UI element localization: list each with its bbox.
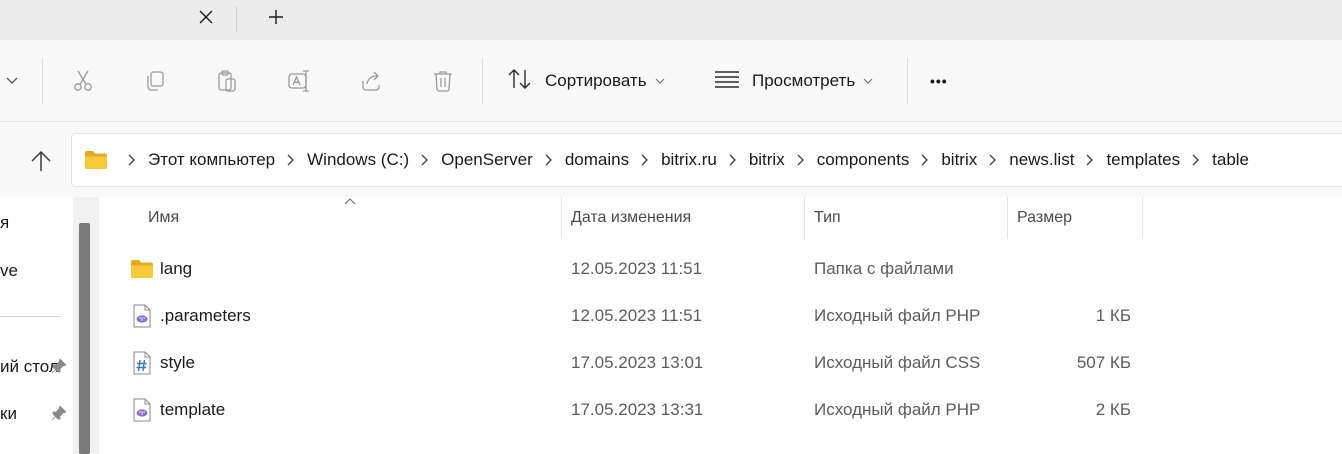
file-size: 507 КБ <box>1076 353 1131 372</box>
cut-icon[interactable] <box>68 66 98 96</box>
breadcrumb-item[interactable]: domains <box>565 150 629 170</box>
toolbar-divider <box>42 58 43 104</box>
nav-item[interactable]: ve <box>0 261 18 281</box>
chevron-down-icon <box>863 78 873 84</box>
breadcrumb-chevron-icon[interactable] <box>1080 154 1100 166</box>
delete-icon[interactable] <box>428 66 458 96</box>
breadcrumb-item[interactable]: bitrix.ru <box>661 150 717 170</box>
file-row[interactable]: style 17.05.2023 13:01 Исходный файл CSS… <box>100 341 1342 385</box>
file-date: 17.05.2023 13:31 <box>571 400 704 419</box>
more-options-button[interactable]: ••• <box>930 64 948 98</box>
file-date: 12.05.2023 11:51 <box>571 259 703 278</box>
file-type: Папка с файлами <box>814 259 954 278</box>
file-type: Исходный файл PHP <box>814 400 981 419</box>
toolbar-divider <box>907 58 908 104</box>
command-bar: Сортировать Просмотреть ••• <box>0 40 1342 122</box>
breadcrumb-item[interactable]: Этот компьютер <box>148 150 275 170</box>
file-type: Исходный файл PHP <box>814 306 981 325</box>
breadcrumb-chevron-icon[interactable] <box>281 154 301 166</box>
php-file-icon <box>130 398 154 422</box>
file-name: lang <box>160 259 193 278</box>
breadcrumb-item[interactable]: news.list <box>1009 150 1074 170</box>
close-icon[interactable] <box>192 4 220 30</box>
sort-button[interactable]: Сортировать <box>507 64 665 98</box>
breadcrumb-item[interactable]: components <box>817 150 910 170</box>
view-label: Просмотреть <box>752 71 856 90</box>
breadcrumb-chevron-icon[interactable] <box>983 154 1003 166</box>
more-options-icon: ••• <box>930 73 948 89</box>
rename-icon[interactable] <box>284 66 314 96</box>
breadcrumb-chevron-icon[interactable] <box>723 154 743 166</box>
breadcrumb-chevron-icon[interactable] <box>915 154 935 166</box>
column-separator[interactable] <box>1007 197 1008 239</box>
pin-icon <box>50 404 68 422</box>
breadcrumb-item[interactable]: OpenServer <box>441 150 533 170</box>
plus-icon[interactable] <box>262 4 290 30</box>
breadcrumb-chevron-icon[interactable] <box>1186 154 1206 166</box>
column-header-type[interactable]: Тип <box>814 197 841 239</box>
column-header-name[interactable]: Имя <box>148 197 179 239</box>
pin-icon <box>50 357 68 375</box>
file-row[interactable]: template 17.05.2023 13:31 Исходный файл … <box>100 388 1342 432</box>
file-list: Имя Дата изменения Тип Размер lang 12.05… <box>100 197 1342 454</box>
column-header-date[interactable]: Дата изменения <box>571 197 691 239</box>
new-dropdown-chevron-icon[interactable] <box>0 66 24 96</box>
up-arrow-icon[interactable] <box>26 147 56 175</box>
file-name: style <box>160 353 195 372</box>
address-row: Этот компьютер Windows (C:) OpenServer doma… <box>0 123 1342 197</box>
active-tab[interactable] <box>0 0 236 40</box>
nav-item[interactable]: я <box>0 213 9 233</box>
file-date: 17.05.2023 13:01 <box>571 353 704 372</box>
share-icon[interactable] <box>356 66 386 96</box>
copy-icon[interactable] <box>140 66 170 96</box>
toolbar-divider <box>482 58 483 104</box>
breadcrumb-item[interactable]: templates <box>1106 150 1180 170</box>
address-bar[interactable]: Этот компьютер Windows (C:) OpenServer doma… <box>71 133 1342 187</box>
paste-icon[interactable] <box>212 66 242 96</box>
css-file-icon <box>130 351 154 375</box>
navigation-pane: я ve ий стол ки <box>0 197 100 454</box>
column-separator[interactable] <box>561 197 562 239</box>
breadcrumb-item[interactable]: bitrix <box>941 150 977 170</box>
breadcrumb-chevron-icon[interactable] <box>539 154 559 166</box>
breadcrumb-item[interactable]: Windows (C:) <box>307 150 409 170</box>
tab-strip <box>0 0 1342 40</box>
php-file-icon <box>130 304 154 328</box>
file-row[interactable]: .parameters 12.05.2023 11:51 Исходный фа… <box>100 294 1342 338</box>
file-row[interactable]: lang 12.05.2023 11:51 Папка с файлами <box>100 247 1342 291</box>
column-separator[interactable] <box>1142 197 1143 239</box>
breadcrumb-chevron-icon[interactable] <box>122 154 142 166</box>
folder-icon <box>84 150 108 170</box>
sort-label: Сортировать <box>545 71 647 90</box>
breadcrumb-chevron-icon[interactable] <box>415 154 435 166</box>
column-header-size[interactable]: Размер <box>1017 197 1072 239</box>
tab-separator <box>236 6 237 32</box>
breadcrumb-item[interactable]: bitrix <box>749 150 785 170</box>
file-name: .parameters <box>160 306 251 325</box>
file-size: 2 КБ <box>1095 400 1131 419</box>
sort-ascending-icon <box>344 198 356 205</box>
nav-scrollbar-thumb[interactable] <box>79 223 90 454</box>
view-list-icon <box>714 70 740 93</box>
view-button[interactable]: Просмотреть <box>714 64 873 98</box>
breadcrumb-chevron-icon[interactable] <box>791 154 811 166</box>
nav-item-downloads[interactable]: ки <box>0 404 17 424</box>
folder-icon <box>130 257 154 281</box>
sort-icon <box>507 68 533 95</box>
file-type: Исходный файл CSS <box>814 353 981 372</box>
chevron-down-icon <box>655 78 665 84</box>
breadcrumb-item[interactable]: table <box>1212 150 1249 170</box>
file-name: template <box>160 400 226 419</box>
breadcrumb-chevron-icon[interactable] <box>635 154 655 166</box>
nav-divider <box>0 316 60 317</box>
file-date: 12.05.2023 11:51 <box>571 306 703 325</box>
file-size: 1 КБ <box>1095 306 1131 325</box>
column-separator[interactable] <box>804 197 805 239</box>
